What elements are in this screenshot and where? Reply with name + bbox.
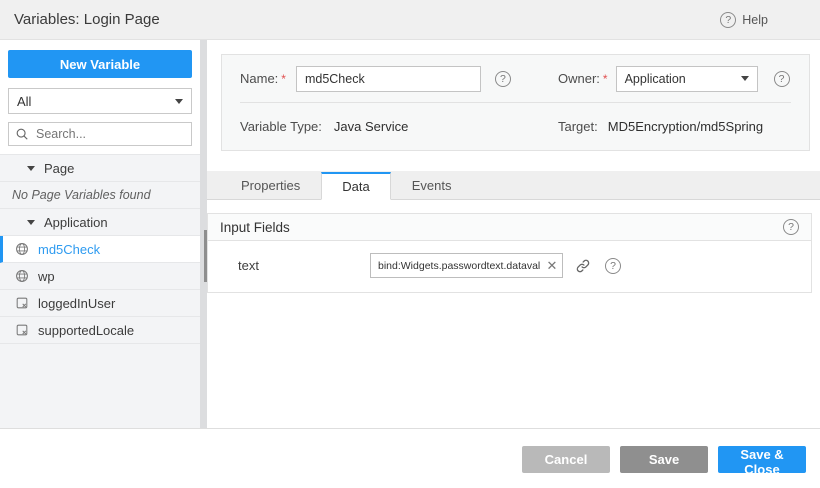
tab-events[interactable]: Events [391, 171, 473, 199]
tree-item-label: md5Check [38, 242, 100, 257]
variable-summary-panel: Name: * Owner: * Application [221, 54, 810, 151]
field-name-label: text [238, 258, 370, 273]
chevron-down-icon [175, 99, 183, 104]
service-variable-icon [15, 242, 29, 256]
variable-type-value: Java Service [334, 119, 408, 134]
page-empty-message: No Page Variables found [0, 182, 200, 209]
help-link[interactable]: Help [720, 12, 768, 28]
chevron-down-icon [741, 76, 749, 81]
input-fields-title: Input Fields [220, 220, 290, 235]
sidebar-controls: New Variable All [0, 40, 200, 154]
input-fields-help-icon[interactable] [783, 219, 799, 235]
tab-properties[interactable]: Properties [220, 171, 321, 199]
static-variable-icon [15, 323, 29, 337]
tree-group-label: Application [44, 215, 108, 230]
variable-search [8, 122, 192, 146]
variable-detail-pane: Name: * Owner: * Application [207, 40, 820, 428]
search-icon [15, 127, 29, 141]
clear-binding-icon[interactable] [542, 258, 562, 274]
tree-group-label: Page [44, 161, 74, 176]
tree-item-md5check[interactable]: md5Check [0, 236, 200, 263]
save-and-close-button[interactable]: Save & Close [718, 446, 806, 473]
sidebar-scrollbar-thumb[interactable] [204, 230, 207, 282]
name-label: Name: [240, 71, 278, 86]
search-input[interactable] [34, 126, 185, 142]
service-variable-icon [15, 269, 29, 283]
bind-value-field [370, 253, 563, 278]
name-owner-row: Name: * Owner: * Application [222, 55, 809, 102]
owner-select[interactable]: Application [616, 66, 758, 92]
type-target-row: Variable Type: Java Service Target: MD5E… [222, 103, 809, 150]
static-variable-icon [15, 296, 29, 310]
required-marker: * [281, 72, 286, 86]
name-help-icon[interactable] [495, 71, 511, 87]
tree-item-supportedlocale[interactable]: supportedLocale [0, 317, 200, 344]
tree-item-label: loggedInUser [38, 296, 115, 311]
variable-type-label: Variable Type: [240, 119, 322, 134]
owner-select-value: Application [625, 72, 686, 86]
tree-item-label: supportedLocale [38, 323, 134, 338]
save-button[interactable]: Save [620, 446, 708, 473]
sidebar-splitter [200, 40, 207, 428]
name-input[interactable] [296, 66, 481, 92]
collapse-arrow-icon[interactable] [27, 166, 35, 171]
collapse-arrow-icon[interactable] [27, 220, 35, 225]
cancel-button[interactable]: Cancel [522, 446, 610, 473]
dialog-body: New Variable All Page No Page Variables … [0, 40, 820, 428]
new-variable-button[interactable]: New Variable [8, 50, 192, 78]
field-help-icon[interactable] [605, 258, 621, 274]
tree-item-wp[interactable]: wp [0, 263, 200, 290]
tree-group-page[interactable]: Page [0, 155, 200, 182]
help-icon [720, 12, 736, 28]
variable-filter-value: All [17, 94, 31, 109]
input-field-row: text [208, 241, 811, 292]
required-marker: * [603, 72, 608, 86]
target-label: Target: [558, 119, 598, 134]
target-value: MD5Encryption/md5Spring [608, 119, 763, 134]
dialog-footer: Cancel Save Save & Close [0, 428, 820, 488]
input-fields-section: Input Fields text [207, 213, 812, 293]
tab-data[interactable]: Data [321, 172, 390, 200]
bind-link-icon[interactable] [575, 258, 591, 274]
owner-help-icon[interactable] [774, 71, 790, 87]
variables-sidebar: New Variable All Page No Page Variables … [0, 40, 200, 428]
tree-group-application[interactable]: Application [0, 209, 200, 236]
help-label: Help [742, 13, 768, 27]
page-title: Variables: Login Page [14, 11, 160, 28]
tree-item-label: wp [38, 269, 55, 284]
tree-item-loggedinuser[interactable]: loggedInUser [0, 290, 200, 317]
detail-tabs: Properties Data Events [207, 171, 820, 200]
variable-filter-select[interactable]: All [8, 88, 192, 114]
owner-label: Owner: [558, 71, 600, 86]
variables-tree: Page No Page Variables found Application… [0, 154, 200, 428]
dialog-titlebar: Variables: Login Page Help [0, 0, 820, 40]
input-fields-header: Input Fields [208, 214, 811, 241]
bind-value-input[interactable] [371, 260, 542, 272]
